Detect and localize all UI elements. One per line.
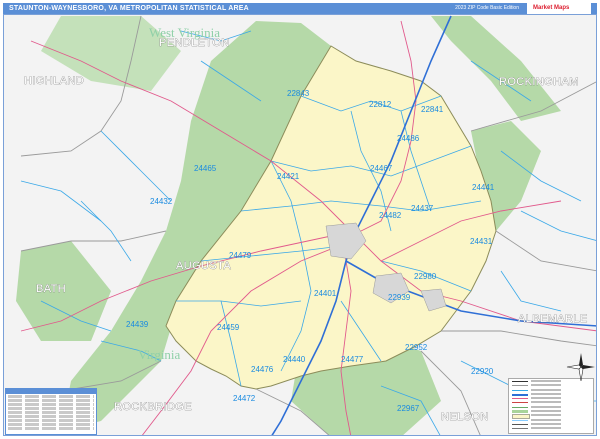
zip-label-22952: 22952 [405, 343, 428, 352]
county-label-nelson: NELSON [441, 411, 489, 423]
zip-label-24467: 24467 [370, 164, 393, 173]
zip-label-24440: 24440 [283, 355, 306, 364]
key-row [509, 426, 593, 430]
zip-label-22939: 22939 [388, 293, 411, 302]
legend-row [8, 419, 94, 422]
county-label-bath: BATH [36, 283, 66, 295]
market-maps-logo: Market Maps [527, 3, 591, 14]
logo-text: Market Maps [533, 5, 570, 11]
map-canvas[interactable]: West Virginia Virginia PENDLETON HIGHLAN… [3, 14, 597, 436]
legend-row [8, 399, 94, 402]
county-label-albemarle: ALBEMARLE [518, 313, 588, 325]
zip-label-24477: 24477 [341, 355, 364, 364]
map-frame: STAUNTON-WAYNESBORO, VA METROPOLITAN STA… [0, 0, 600, 439]
legend-row [8, 411, 94, 414]
zip-label-24421: 24421 [277, 172, 300, 181]
county-label-highland: HIGHLAND [24, 75, 84, 87]
zip-label-24459: 24459 [217, 323, 240, 332]
map-title: STAUNTON-WAYNESBORO, VA METROPOLITAN STA… [9, 5, 249, 12]
zip-label-22841: 22841 [421, 105, 444, 114]
zip-label-24432: 24432 [150, 197, 173, 206]
zip-label-24439: 24439 [126, 320, 149, 329]
zip-label-24401: 24401 [314, 289, 337, 298]
zip-label-24486: 24486 [397, 134, 420, 143]
legend-row [8, 403, 94, 406]
county-label-rockbridge: ROCKBRIDGE [114, 401, 192, 413]
legend-row [8, 407, 94, 410]
map-svg: West Virginia Virginia PENDLETON HIGHLAN… [4, 15, 596, 435]
zip-label-22812: 22812 [369, 100, 392, 109]
zip-label-24441: 24441 [472, 183, 495, 192]
edition-label: 2023 ZIP Code Basic Edition [455, 5, 519, 11]
zip-label-24472: 24472 [233, 394, 256, 403]
zip-label-22980: 22980 [414, 272, 437, 281]
legend-row [8, 427, 94, 430]
county-label-pendleton: PENDLETON [159, 37, 230, 49]
legend-row [8, 423, 94, 426]
legend-header [6, 389, 96, 394]
zip-label-22967: 22967 [397, 404, 420, 413]
map-key [508, 378, 594, 434]
zip-legend-table [5, 388, 97, 435]
zip-label-24431: 24431 [470, 237, 493, 246]
county-label-rockingham: ROCKINGHAM [499, 76, 579, 88]
zip-label-24479: 24479 [229, 251, 252, 260]
compass-rose-icon [566, 353, 595, 382]
legend-row [8, 395, 94, 398]
title-bar: STAUNTON-WAYNESBORO, VA METROPOLITAN STA… [3, 3, 597, 14]
zip-label-24437: 24437 [411, 204, 434, 213]
zip-label-24476: 24476 [251, 365, 274, 374]
zip-label-22920: 22920 [471, 367, 494, 376]
legend-row [8, 415, 94, 418]
county-label-augusta: AUGUSTA [176, 260, 231, 272]
zip-label-24465: 24465 [194, 164, 217, 173]
zip-label-22843: 22843 [287, 89, 310, 98]
state-label-virginia: Virginia [138, 347, 181, 362]
zip-label-24482: 24482 [379, 211, 402, 220]
